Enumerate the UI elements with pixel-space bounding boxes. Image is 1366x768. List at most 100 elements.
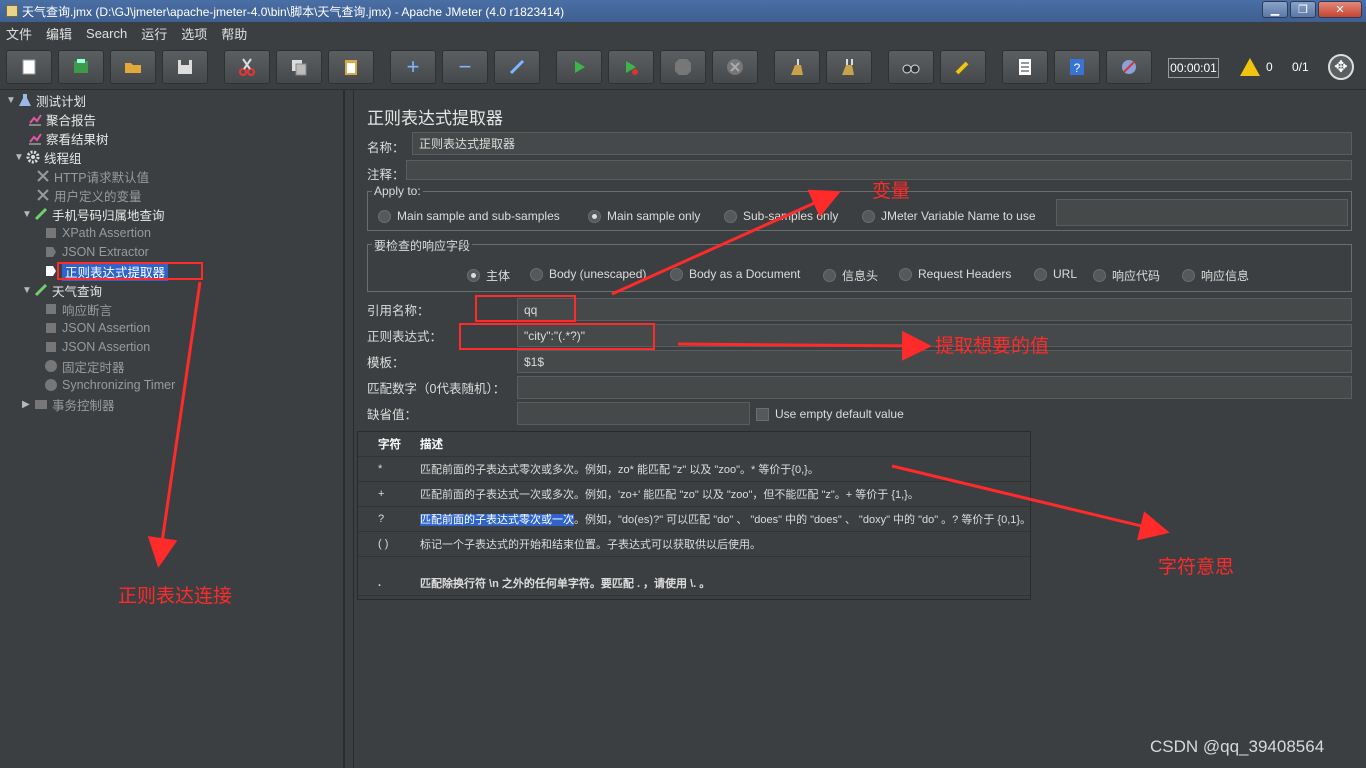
menu-file[interactable]: 文件 bbox=[6, 24, 32, 43]
start-button[interactable] bbox=[556, 50, 602, 84]
radio-main-only[interactable]: Main sample only bbox=[588, 209, 700, 223]
name-field[interactable]: 正则表达式提取器 bbox=[412, 132, 1352, 155]
radio-jmeter-variable[interactable]: JMeter Variable Name to use bbox=[862, 209, 1036, 223]
tree-item-user-variables[interactable]: 用户定义的变量 bbox=[36, 186, 142, 204]
tree-item-http-defaults[interactable]: HTTP请求默认值 bbox=[36, 167, 149, 185]
remote-status-icon[interactable]: ✥ bbox=[1328, 54, 1354, 80]
start-no-pauses-button[interactable] bbox=[608, 50, 654, 84]
expand-button[interactable]: + bbox=[390, 50, 436, 84]
tree-item-json-assertion-1[interactable]: JSON Assertion bbox=[44, 319, 150, 337]
title-bar: 天气查询.jmx (D:\GJ\jmeter\apache-jmeter-4.0… bbox=[0, 0, 1366, 22]
tree-item-transaction-controller[interactable]: ▶ 事务控制器 bbox=[22, 395, 115, 413]
ref-name-label: 引用名称： bbox=[367, 304, 430, 318]
warning-count: 0 bbox=[1266, 60, 1273, 74]
jmeter-variable-field[interactable] bbox=[1056, 199, 1348, 226]
radio-body-unescaped[interactable]: Body (unescaped) bbox=[530, 267, 646, 281]
tree-item-json-extractor[interactable]: JSON Extractor bbox=[44, 243, 149, 261]
shutdown-button[interactable] bbox=[712, 50, 758, 84]
radio-response-code[interactable]: 响应代码 bbox=[1093, 267, 1160, 284]
toggle-button[interactable] bbox=[494, 50, 540, 84]
tree-item-response-assertion[interactable]: 响应断言 bbox=[44, 300, 112, 318]
help-button[interactable]: ? bbox=[1054, 50, 1100, 84]
tree-item-xpath-assertion[interactable]: XPath Assertion bbox=[44, 224, 151, 242]
thread-count: 0/1 bbox=[1292, 60, 1309, 74]
split-pane-divider[interactable] bbox=[344, 90, 354, 768]
clear-all-button[interactable] bbox=[826, 50, 872, 84]
extractor-icon bbox=[46, 247, 56, 257]
highlighted-text: 匹配前面的子表达式零次或一次 bbox=[420, 514, 574, 526]
apply-to-group: Apply to: Main sample and sub-samples Ma… bbox=[367, 184, 1352, 231]
tree-item-sync-timer[interactable]: Synchronizing Timer bbox=[44, 376, 175, 394]
search-button[interactable] bbox=[888, 50, 934, 84]
tree-item-phone-query[interactable]: ▼ 手机号码归属地查询 bbox=[22, 205, 165, 223]
match-no-field[interactable] bbox=[517, 376, 1352, 399]
new-button[interactable] bbox=[6, 50, 52, 84]
menu-bar: 文件 编辑 Search 运行 选项 帮助 bbox=[0, 22, 1366, 44]
annotation-regex-link: 正则表达连接 bbox=[118, 586, 233, 607]
folder-icon bbox=[125, 63, 141, 73]
templates-button[interactable] bbox=[58, 50, 104, 84]
ref-name-field[interactable]: qq bbox=[517, 298, 1352, 321]
close-button[interactable]: ✕ bbox=[1318, 1, 1362, 18]
copy-icon bbox=[292, 60, 307, 76]
expand-arrow-icon[interactable]: ▼ bbox=[14, 152, 26, 163]
flask-icon bbox=[19, 94, 31, 106]
remote-button[interactable] bbox=[1106, 50, 1152, 84]
wrench-icon bbox=[37, 170, 49, 182]
paste-button[interactable] bbox=[328, 50, 374, 84]
annotation-extract: 提取想要的值 bbox=[935, 336, 1050, 357]
radio-body[interactable]: 主体 bbox=[467, 267, 510, 284]
open-button[interactable] bbox=[110, 50, 156, 84]
collapse-button[interactable]: − bbox=[442, 50, 488, 84]
tree-item-thread-group[interactable]: ▼ 线程组 bbox=[14, 148, 82, 166]
menu-edit[interactable]: 编辑 bbox=[46, 24, 72, 43]
minimize-button[interactable]: ▁ bbox=[1262, 1, 1288, 18]
stop-button[interactable] bbox=[660, 50, 706, 84]
tree-item-test-plan[interactable]: ▼ 测试计划 bbox=[6, 91, 86, 109]
radio-response-message[interactable]: 响应信息 bbox=[1182, 267, 1249, 284]
menu-run[interactable]: 运行 bbox=[141, 24, 167, 43]
maximize-button[interactable]: ❐ bbox=[1290, 1, 1316, 18]
table-row: * 匹配前面的子表达式零次或多次。例如，zo* 能匹配 "z" 以及 "zoo"… bbox=[358, 457, 1030, 482]
radio-body-document[interactable]: Body as a Document bbox=[670, 267, 800, 281]
gear-icon bbox=[26, 150, 40, 164]
default-value-label: 缺省值： bbox=[367, 408, 418, 422]
expand-arrow-icon[interactable]: ▼ bbox=[22, 285, 34, 296]
tree-item-weather-query[interactable]: ▼ 天气查询 bbox=[22, 281, 102, 299]
menu-help[interactable]: 帮助 bbox=[221, 24, 247, 43]
use-empty-default-checkbox[interactable]: Use empty default value bbox=[756, 407, 904, 421]
expand-arrow-icon[interactable]: ▼ bbox=[22, 209, 34, 220]
radio-main-and-sub[interactable]: Main sample and sub-samples bbox=[378, 209, 560, 223]
reset-search-button[interactable] bbox=[940, 50, 986, 84]
save-button[interactable] bbox=[162, 50, 208, 84]
pen-icon bbox=[34, 207, 48, 221]
field-to-check-legend: 要检查的响应字段 bbox=[372, 237, 473, 254]
window-controls: ▁ ❐ ✕ bbox=[1262, 1, 1362, 18]
tree-item-json-assertion-2[interactable]: JSON Assertion bbox=[44, 338, 150, 356]
collapse-arrow-icon[interactable]: ▶ bbox=[22, 399, 34, 410]
tree-item-results-tree[interactable]: 察看结果树 bbox=[28, 129, 109, 147]
menu-search[interactable]: Search bbox=[86, 26, 127, 41]
apply-to-legend: Apply to: bbox=[372, 184, 423, 198]
help-icon: ? bbox=[1070, 59, 1084, 75]
app-icon bbox=[6, 5, 18, 17]
field-to-check-group: 要检查的响应字段 主体 Body (unescaped) Body as a D… bbox=[367, 237, 1352, 292]
binoculars-icon bbox=[902, 64, 920, 74]
templates-icon bbox=[74, 59, 88, 73]
broom-all-icon bbox=[842, 59, 854, 75]
radio-sub-only[interactable]: Sub-samples only bbox=[724, 209, 838, 223]
warning-indicator[interactable]: 0 bbox=[1240, 58, 1273, 76]
copy-button[interactable] bbox=[276, 50, 322, 84]
tree-item-constant-timer[interactable]: 固定定时器 bbox=[44, 357, 125, 375]
cut-button[interactable] bbox=[224, 50, 270, 84]
radio-headers[interactable]: 信息头 bbox=[823, 267, 878, 284]
function-helper-button[interactable] bbox=[1002, 50, 1048, 84]
clear-button[interactable] bbox=[774, 50, 820, 84]
menu-options[interactable]: 选项 bbox=[181, 24, 207, 43]
expand-arrow-icon[interactable]: ▼ bbox=[6, 95, 18, 106]
tree-item-aggregate-report[interactable]: 聚合报告 bbox=[28, 110, 96, 128]
radio-url[interactable]: URL bbox=[1034, 267, 1077, 281]
assertion-icon bbox=[46, 342, 56, 352]
default-value-field[interactable] bbox=[517, 402, 750, 425]
radio-request-headers[interactable]: Request Headers bbox=[899, 267, 1011, 281]
